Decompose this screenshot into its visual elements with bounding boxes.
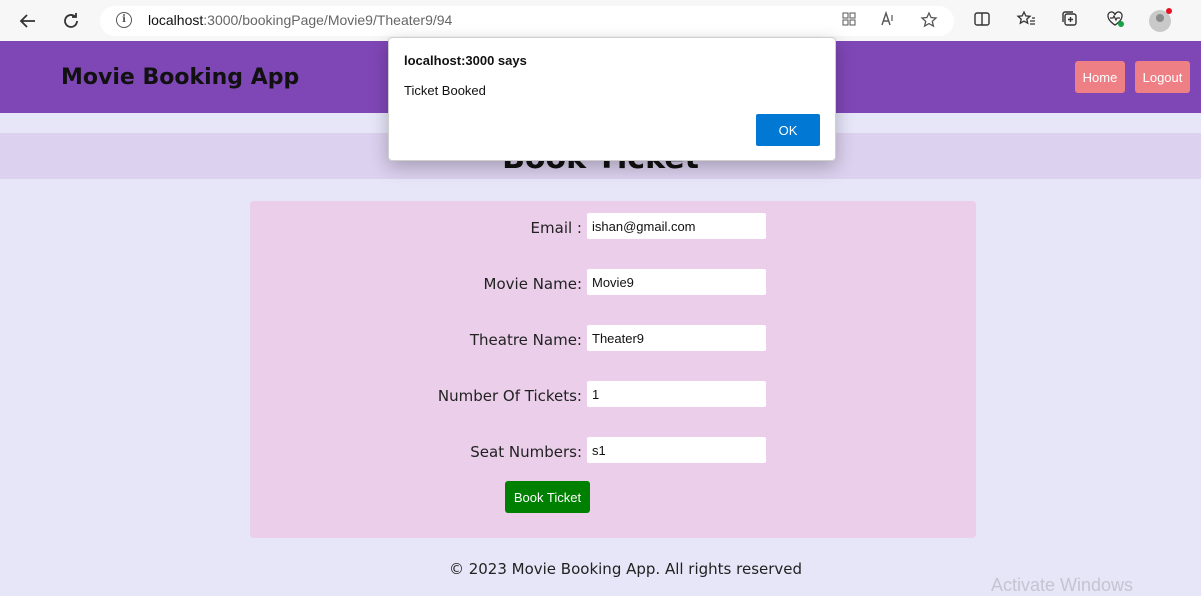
- tickets-field[interactable]: [587, 381, 766, 407]
- logout-button[interactable]: Logout: [1135, 61, 1190, 93]
- seat-numbers-label: Seat Numbers:: [470, 443, 582, 461]
- profile-avatar-icon[interactable]: [1149, 8, 1172, 32]
- dialog-title: localhost:3000 says: [404, 53, 527, 68]
- favorites-icon[interactable]: [1015, 10, 1037, 32]
- read-aloud-icon[interactable]: [879, 10, 899, 31]
- movie-name-label: Movie Name:: [483, 275, 582, 293]
- browser-toolbar: i localhost:3000/bookingPage/Movie9/Thea…: [0, 0, 1201, 42]
- alert-dialog: localhost:3000 says Ticket Booked OK: [388, 37, 836, 161]
- book-ticket-button[interactable]: Book Ticket: [505, 481, 590, 513]
- theatre-name-field[interactable]: [587, 325, 766, 351]
- booking-form: Email : Movie Name: Theatre Name: Number…: [250, 201, 976, 538]
- browser-essentials-icon[interactable]: [1104, 10, 1126, 32]
- avatar-head: [1156, 14, 1164, 22]
- email-field[interactable]: [587, 213, 766, 239]
- notification-dot: [1166, 8, 1172, 14]
- home-button[interactable]: Home: [1075, 61, 1125, 93]
- address-bar[interactable]: i localhost:3000/bookingPage/Movie9/Thea…: [100, 6, 954, 36]
- app-brand[interactable]: Movie Booking App: [61, 65, 299, 90]
- activate-windows-watermark: Activate Windows: [991, 575, 1134, 595]
- collections-icon[interactable]: [1059, 10, 1081, 32]
- movie-name-field[interactable]: [587, 269, 766, 295]
- address-url[interactable]: localhost:3000/bookingPage/Movie9/Theate…: [148, 12, 452, 28]
- url-path: :3000/bookingPage/Movie9/Theater9/94: [203, 12, 453, 28]
- favorite-star-icon[interactable]: [919, 11, 939, 31]
- email-label: Email :: [530, 219, 582, 237]
- theatre-name-label: Theatre Name:: [469, 331, 582, 349]
- url-host: localhost: [148, 12, 204, 28]
- refresh-icon[interactable]: [58, 8, 84, 34]
- seat-numbers-field[interactable]: [587, 437, 766, 463]
- dialog-message: Ticket Booked: [404, 83, 486, 98]
- tickets-label: Number Of Tickets:: [437, 387, 582, 405]
- site-info-icon[interactable]: i: [116, 12, 132, 28]
- split-screen-icon[interactable]: [971, 10, 993, 32]
- app-grid-icon[interactable]: [839, 11, 859, 31]
- back-arrow-icon[interactable]: [15, 8, 41, 34]
- ok-button[interactable]: OK: [756, 114, 820, 146]
